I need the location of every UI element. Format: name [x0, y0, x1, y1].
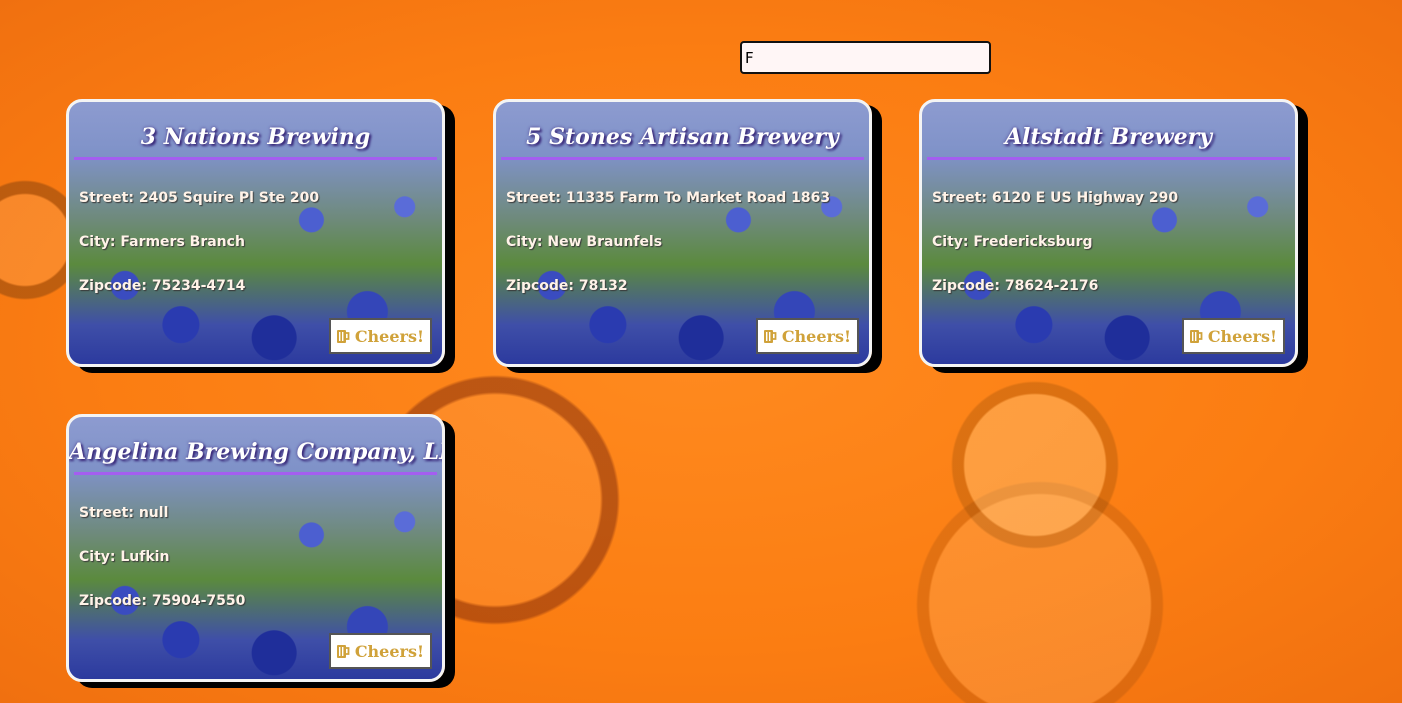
title-divider — [501, 157, 864, 160]
brewery-street: Street: 11335 Farm To Market Road 1863 — [506, 190, 831, 206]
brewery-name: Angelina Brewing Company, LLC. — [69, 439, 445, 465]
brewery-zipcode: Zipcode: 75904-7550 — [79, 593, 246, 609]
beer-mug-icon — [1189, 329, 1203, 344]
brewery-card-list: 3 Nations Brewing Street: 2405 Squire Pl… — [0, 0, 1402, 703]
cheers-button[interactable]: Cheers! — [755, 318, 859, 354]
brewery-city: City: Farmers Branch — [79, 234, 245, 250]
brewery-zipcode: Zipcode: 78624-2176 — [932, 278, 1099, 294]
title-divider — [74, 472, 437, 475]
cheers-label: Cheers! — [1207, 326, 1277, 346]
brewery-card: Angelina Brewing Company, LLC. Street: n… — [66, 414, 445, 682]
brewery-card: 5 Stones Artisan Brewery Street: 11335 F… — [493, 99, 872, 367]
brewery-card: Altstadt Brewery Street: 6120 E US Highw… — [919, 99, 1298, 367]
beer-mug-icon — [763, 329, 777, 344]
brewery-street: Street: 2405 Squire Pl Ste 200 — [79, 190, 320, 206]
brewery-card: 3 Nations Brewing Street: 2405 Squire Pl… — [66, 99, 445, 367]
cheers-button[interactable]: Cheers! — [1181, 318, 1285, 354]
cheers-button[interactable]: Cheers! — [328, 318, 432, 354]
brewery-city: City: New Braunfels — [506, 234, 663, 250]
beer-mug-icon — [336, 329, 350, 344]
cheers-label: Cheers! — [354, 326, 424, 346]
brewery-street: Street: 6120 E US Highway 290 — [932, 190, 1179, 206]
brewery-street: Street: null — [79, 505, 169, 521]
title-divider — [74, 157, 437, 160]
brewery-name: 3 Nations Brewing — [140, 124, 371, 150]
brewery-city: City: Lufkin — [79, 549, 170, 565]
beer-mug-icon — [336, 644, 350, 659]
brewery-name: 5 Stones Artisan Brewery — [526, 124, 839, 150]
brewery-zipcode: Zipcode: 78132 — [506, 278, 628, 294]
title-divider — [927, 157, 1290, 160]
brewery-name: Altstadt Brewery — [1004, 124, 1213, 150]
brewery-city: City: Fredericksburg — [932, 234, 1093, 250]
cheers-label: Cheers! — [781, 326, 851, 346]
cheers-label: Cheers! — [354, 641, 424, 661]
brewery-zipcode: Zipcode: 75234-4714 — [79, 278, 246, 294]
cheers-button[interactable]: Cheers! — [328, 633, 432, 669]
